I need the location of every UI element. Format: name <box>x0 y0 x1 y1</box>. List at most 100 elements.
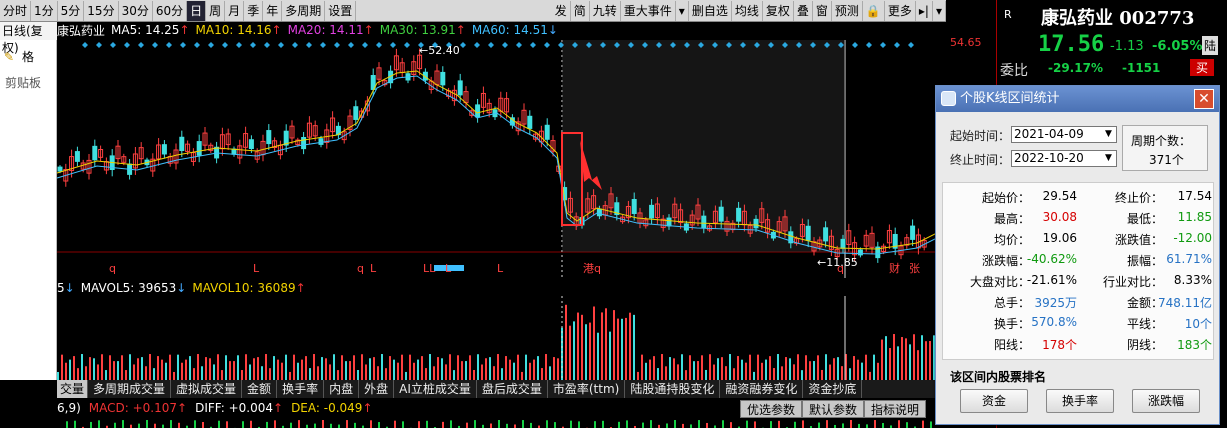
rank-turnover-button[interactable]: 换手率 <box>1046 389 1114 413</box>
toolbar-item[interactable]: 重大事件 <box>621 0 676 21</box>
toolbar-item[interactable]: 九转 <box>590 0 621 21</box>
stat-label: 最高： <box>993 212 1030 226</box>
toolbar-item[interactable]: 15分 <box>84 0 119 21</box>
event-marker: L <box>445 262 452 275</box>
indicator-tab[interactable]: AI立桩成交量 <box>394 380 477 398</box>
rank-change-button[interactable]: 涨跌幅 <box>1132 389 1200 413</box>
toolbar-item[interactable]: ▾ <box>676 0 689 21</box>
up-arrow-icon: ↑ <box>273 401 284 415</box>
event-diamond-icon <box>362 42 368 48</box>
event-diamond-icon <box>348 42 354 48</box>
toolbar-item[interactable]: ▸| <box>916 0 933 21</box>
indicator-tab[interactable]: 资金抄底 <box>803 380 863 398</box>
candle-body <box>631 199 637 214</box>
toolbar-item[interactable]: 预测 <box>832 0 863 21</box>
toolbar-item[interactable]: 复权 <box>763 0 794 21</box>
toolbar-item[interactable]: 周 <box>206 0 226 21</box>
stat-label: 最低： <box>1126 212 1163 226</box>
indicator-tab[interactable]: 交量 <box>57 380 89 398</box>
last-price: 17.56 <box>1038 32 1105 57</box>
candle-body <box>805 225 811 241</box>
ma30-value: MA30: 13.91 <box>379 23 456 37</box>
default-params-button[interactable]: 默认参数 <box>802 400 865 418</box>
stat-label: 涨跌值： <box>1114 233 1163 247</box>
indicator-tab[interactable]: 陆股通持股变化 <box>625 380 721 398</box>
start-time-select[interactable]: 2021-04-09 ▼ <box>1011 126 1117 143</box>
event-diamond-icon <box>250 42 256 48</box>
indicator-tab[interactable]: 外盘 <box>359 380 395 398</box>
toolbar-item[interactable]: 1分 <box>31 0 58 21</box>
indicator-tab[interactable]: 市盈率(ttm) <box>548 380 626 398</box>
optimize-params-button[interactable]: 优选参数 <box>740 400 803 418</box>
toolbar-item[interactable]: 60分 <box>153 0 188 21</box>
format-painter[interactable]: 格 <box>22 48 34 65</box>
buy-button[interactable]: 买 <box>1190 59 1215 76</box>
toolbar-item[interactable]: 删自选 <box>689 0 732 21</box>
stat-value: 61.71% <box>1166 252 1212 266</box>
toolbar-item[interactable]: 分时 <box>0 0 32 21</box>
stat-value: 29.54 <box>1042 189 1077 203</box>
toolbar-item[interactable]: 均线 <box>732 0 763 21</box>
end-time-value: 2022-10-20 <box>1014 151 1084 165</box>
stat-value: 178个 <box>1042 338 1077 352</box>
indicator-tab[interactable]: 虚拟成交量 <box>171 380 243 398</box>
ma10-value: MA10: 14.16 <box>195 23 272 37</box>
weibi-num: -1151 <box>1122 61 1161 75</box>
event-diamond-icon <box>852 42 858 48</box>
toolbar-item[interactable]: 季 <box>244 0 264 21</box>
up-arrow-icon: ↑ <box>363 23 374 37</box>
candle-body <box>701 215 707 229</box>
stat-label: 换手： <box>993 317 1030 331</box>
toolbar-item[interactable]: 🔒 <box>863 0 885 21</box>
toolbar-item[interactable]: 窗 <box>813 0 832 21</box>
candle-body <box>475 104 481 118</box>
dialog-titlebar[interactable]: 个股K线区间统计 ✕ <box>936 86 1219 112</box>
indicator-tab[interactable]: 换手率 <box>277 380 325 398</box>
stat-value: 8.33% <box>1173 273 1212 287</box>
toolbar-item[interactable]: ▾ <box>933 0 946 21</box>
volume-chart[interactable] <box>57 296 937 380</box>
up-arrow-icon: ↑ <box>177 401 188 415</box>
toolbar-item[interactable]: 5分 <box>58 0 85 21</box>
event-diamond-icon <box>96 42 102 48</box>
candle-body <box>544 124 550 140</box>
stock-name: 康弘药业 <box>57 23 106 38</box>
toolbar-item[interactable]: 简 <box>571 0 590 21</box>
price-change-pct: -6.05% <box>1152 39 1203 54</box>
kline-chart[interactable]: ←52.40←11.85q Lq L LL L L 港q q 财张 <box>57 40 937 278</box>
macd-prefix: 6,9) <box>57 401 81 415</box>
stats-row: 换手： 570.8% 平线： 10个 <box>943 312 1215 333</box>
toolbar-item[interactable]: 日 <box>187 0 207 21</box>
candle-body <box>318 138 324 145</box>
toolbar-item[interactable]: 发 <box>552 0 571 21</box>
toolbar-item[interactable]: 年 <box>263 0 283 21</box>
close-icon[interactable]: ✕ <box>1194 89 1214 109</box>
candle-body <box>196 141 202 156</box>
event-diamond-icon <box>124 42 130 48</box>
stat-label: 阴线： <box>1126 338 1163 352</box>
end-time-select[interactable]: 2022-10-20 ▼ <box>1011 150 1117 167</box>
event-diamond-icon <box>264 42 270 48</box>
toolbar-item[interactable]: 更多 <box>885 0 916 21</box>
event-marker: L <box>370 262 377 275</box>
brush-icon[interactable]: ✎ <box>4 50 14 64</box>
toolbar-item[interactable]: 多周期 <box>282 0 326 21</box>
indicator-tab[interactable]: 多周期成交量 <box>88 380 172 398</box>
toolbar-item[interactable]: 30分 <box>119 0 153 21</box>
dea-value: DEA: -0.049 <box>291 401 363 415</box>
candle-body <box>736 207 742 222</box>
indicator-tab[interactable]: 融资融券变化 <box>720 380 804 398</box>
rank-fund-button[interactable]: 资金 <box>960 389 1028 413</box>
cycle-count-value: 371个 <box>1149 153 1184 167</box>
toolbar-item[interactable]: 叠 <box>794 0 813 21</box>
indicator-tab[interactable]: 金额 <box>242 380 278 398</box>
indicator-tab[interactable]: 内盘 <box>324 380 360 398</box>
toolbar-item[interactable]: 设置 <box>325 0 357 21</box>
indicator-help-button[interactable]: 指标说明 <box>864 400 927 418</box>
start-time-label: 起始时间： <box>950 129 1011 143</box>
kline-indicator-header: 康弘药业 MA5: 14.25 ↑ MA10: 14.16 ↑ MA20: 14.1… <box>57 22 937 38</box>
stat-value: 10个 <box>1184 317 1212 331</box>
toolbar-item[interactable]: 月 <box>225 0 245 21</box>
indicator-tab[interactable]: 盘后成交量 <box>477 380 548 398</box>
event-diamond-icon <box>306 42 312 48</box>
